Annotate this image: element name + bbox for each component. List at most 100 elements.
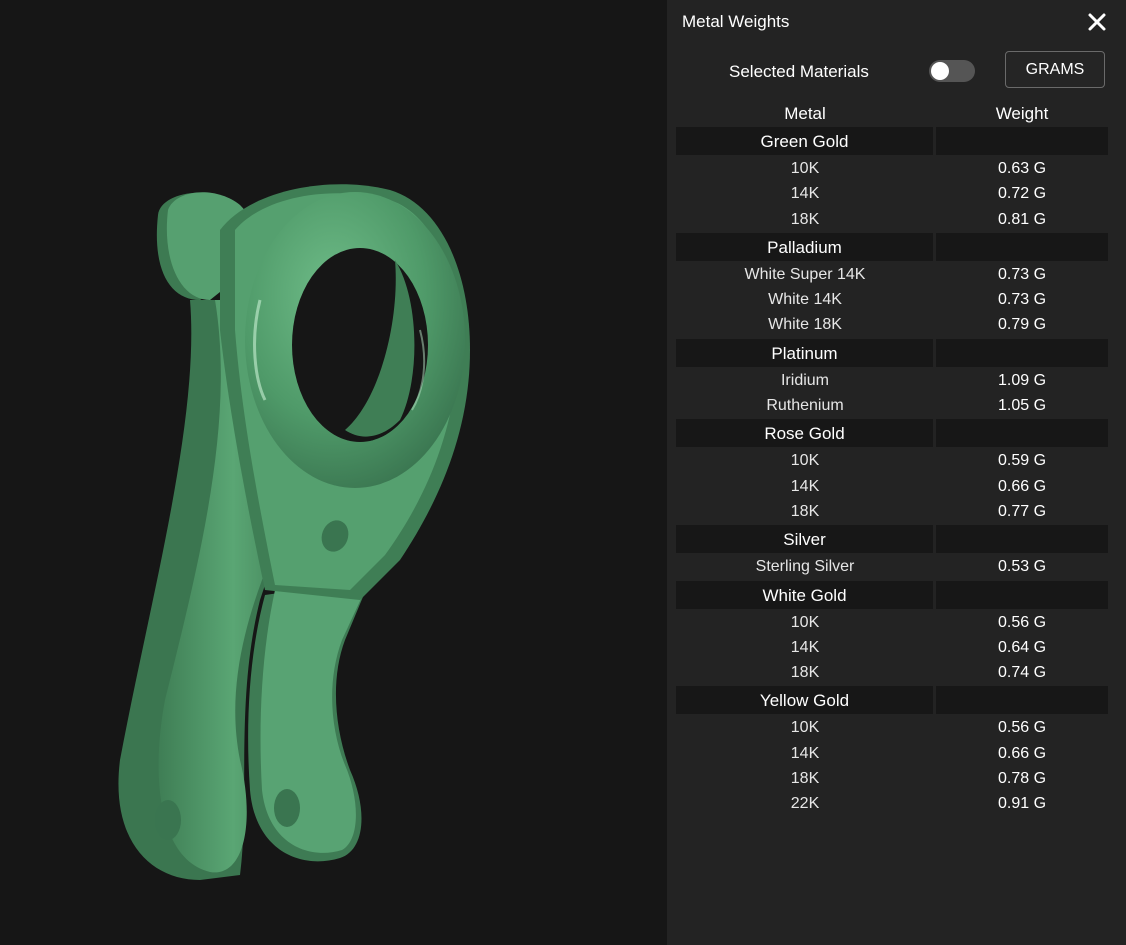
table-row: 18K 0.78 G	[676, 766, 1108, 791]
group-header-cell	[936, 525, 1108, 554]
metal-cell: Iridium	[780, 371, 829, 389]
metal-cell: 22K	[790, 795, 820, 813]
metal-group: Silver Sterling Silver 0.53 G	[676, 524, 1108, 579]
metal-group: Rose Gold 10K 0.59 G 14K 0.66 G 18K 0.77 G	[676, 418, 1108, 524]
table-header: Metal Weight	[676, 101, 1108, 126]
table-row: 10K 0.56 G	[676, 715, 1108, 740]
weight-cell: 0.66 G	[997, 477, 1047, 495]
table-row: 22K 0.91 G	[676, 791, 1108, 816]
group-header-cell	[936, 232, 1108, 261]
close-icon	[1088, 13, 1106, 31]
metal-cell: 14K	[790, 185, 820, 203]
group-header-row: Palladium	[676, 232, 1108, 262]
jewelry-model[interactable]	[0, 0, 667, 945]
units-button[interactable]: GRAMS	[1005, 51, 1105, 88]
weight-cell: 0.59 G	[997, 452, 1047, 470]
table-row: 10K 0.59 G	[676, 448, 1108, 473]
metal-cell: White 18K	[768, 316, 842, 334]
group-name: Palladium	[767, 237, 842, 257]
group-name: White Gold	[762, 585, 847, 605]
toggle-knob	[931, 62, 949, 80]
group-name: Rose Gold	[764, 424, 845, 444]
close-button[interactable]	[1083, 8, 1111, 36]
metal-cell: 10K	[790, 613, 820, 631]
group-header-cell	[936, 127, 1108, 155]
weight-cell: 0.53 G	[997, 558, 1047, 576]
group-header-cell	[936, 338, 1108, 367]
metal-cell: 10K	[790, 452, 820, 470]
metal-cell: 18K	[790, 770, 820, 788]
metal-cell: 14K	[790, 638, 820, 656]
metal-cell: 10K	[790, 160, 820, 177]
metal-group: Palladium White Super 14K 0.73 G White 14K 0…	[676, 232, 1108, 338]
metal-cell: 18K	[790, 664, 820, 682]
table-row: White 14K 0.73 G	[676, 287, 1108, 312]
group-header-cell	[936, 419, 1108, 448]
group-name: Platinum	[771, 343, 838, 363]
3d-viewport[interactable]	[0, 0, 667, 945]
weight-cell: 0.77 G	[997, 502, 1047, 520]
weight-cell: 0.79 G	[997, 316, 1047, 334]
weight-cell: 0.81 G	[997, 210, 1047, 228]
table-row: White Super 14K 0.73 G	[676, 262, 1108, 287]
metal-column-header: Metal	[784, 104, 826, 123]
weight-cell: 0.78 G	[997, 770, 1047, 788]
group-header-row: Rose Gold	[676, 418, 1108, 448]
weights-table: Metal Weight Green Gold 10K 0.63 G 14K 0.72 …	[676, 101, 1108, 817]
weight-cell: 0.91 G	[997, 795, 1047, 813]
table-row: Ruthenium 1.05 G	[676, 393, 1108, 418]
metal-group: Green Gold 10K 0.63 G 14K 0.72 G 18K 0.81 G	[676, 126, 1108, 232]
table-row: 18K 0.74 G	[676, 660, 1108, 685]
table-row: 14K 0.66 G	[676, 474, 1108, 499]
table-row: 14K 0.64 G	[676, 635, 1108, 660]
metal-group: Platinum Iridium 1.09 G Ruthenium 1.05 G	[676, 338, 1108, 419]
weight-cell: 0.72 G	[997, 185, 1047, 203]
group-header-row: Green Gold	[676, 126, 1108, 156]
weight-cell: 0.66 G	[997, 744, 1047, 762]
metal-cell: Ruthenium	[766, 397, 844, 415]
selected-materials-toggle[interactable]	[929, 60, 975, 82]
group-name: Green Gold	[760, 132, 849, 151]
group-header-row: Silver	[676, 524, 1108, 554]
table-row: White 18K 0.79 G	[676, 312, 1108, 337]
metal-group: Yellow Gold 10K 0.56 G 14K 0.66 G 18K 0.78 G 22…	[676, 685, 1108, 816]
group-name: Silver	[783, 530, 826, 550]
group-name: Yellow Gold	[759, 691, 850, 711]
metal-cell: White Super 14K	[744, 265, 866, 283]
table-row: 10K 0.56 G	[676, 610, 1108, 635]
weight-cell: 1.09 G	[997, 371, 1047, 389]
metal-cell: 18K	[790, 502, 820, 520]
weight-cell: 0.74 G	[997, 664, 1047, 682]
metal-cell: 14K	[790, 744, 820, 762]
group-header-row: Yellow Gold	[676, 685, 1108, 715]
weight-cell: 0.73 G	[997, 265, 1047, 283]
table-row: 10K 0.63 G	[676, 156, 1108, 181]
metal-cell: 18K	[790, 210, 820, 228]
metal-cell: Sterling Silver	[755, 558, 855, 576]
metal-weights-panel: Metal Weights Selected Materials GRAMS M…	[667, 0, 1126, 945]
weight-cell: 0.56 G	[997, 719, 1047, 737]
group-header-cell	[936, 580, 1108, 609]
weight-cell: 0.63 G	[997, 160, 1047, 177]
metal-cell: White 14K	[768, 291, 842, 309]
table-row: Sterling Silver 0.53 G	[676, 554, 1108, 579]
selected-materials-label: Selected Materials	[729, 62, 869, 81]
panel-title: Metal Weights	[682, 12, 790, 31]
table-row: 18K 0.77 G	[676, 499, 1108, 524]
table-row: Iridium 1.09 G	[676, 368, 1108, 393]
table-row: 14K 0.66 G	[676, 741, 1108, 766]
weight-cell: 0.73 G	[997, 291, 1047, 309]
weight-cell: 0.56 G	[997, 613, 1047, 631]
weight-column-header: Weight	[995, 104, 1049, 123]
metal-cell: 10K	[790, 719, 820, 737]
weight-cell: 0.64 G	[997, 638, 1047, 656]
group-header-row: White Gold	[676, 580, 1108, 610]
metal-group: White Gold 10K 0.56 G 14K 0.64 G 18K 0.74 G	[676, 580, 1108, 686]
table-row: 14K 0.72 G	[676, 181, 1108, 206]
metal-cell: 14K	[790, 477, 820, 495]
table-row: 18K 0.81 G	[676, 207, 1108, 232]
groups-container: Green Gold 10K 0.63 G 14K 0.72 G 18K 0.81 G Pal…	[676, 126, 1108, 817]
group-header-row: Platinum	[676, 338, 1108, 368]
weight-cell: 1.05 G	[997, 397, 1047, 415]
group-header-cell	[936, 686, 1108, 715]
